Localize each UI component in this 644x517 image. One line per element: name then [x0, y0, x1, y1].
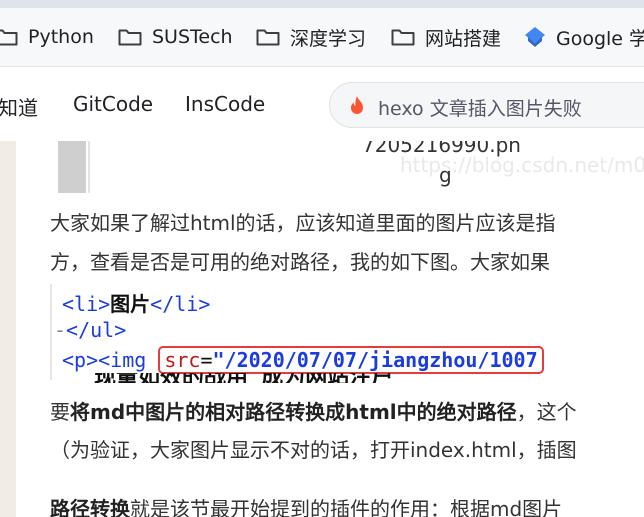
article-image-bottom: 7205216990.pn https://blog.csdn.net/m0 g [16, 141, 644, 197]
para3-post: 就是该节最开始提到的插件的作用：根据md图片 [130, 497, 563, 517]
bookmarks-bar: Python SUSTech 深度学习 网站搭建 Google 学术 [0, 8, 644, 67]
code-screenshot: <li>图片</li> -</ul> <p><img src="/2020/07… [50, 284, 644, 383]
nav-link-zhidao[interactable]: 知道 [0, 92, 38, 121]
browser-top-strip [0, 0, 644, 8]
folder-icon [0, 28, 18, 46]
folder-icon [118, 28, 142, 46]
code-tag: <li> [62, 292, 111, 316]
paragraph-2-line-2: （为验证，大家图片显示不对的话，打开index.html，插图 [50, 438, 577, 462]
bookmark-sustech[interactable]: SUSTech [118, 8, 233, 66]
flame-icon [348, 95, 366, 115]
para2-post: ，这个 [516, 400, 577, 424]
highlight-box: src="/2020/07/07/jiangzhou/1007 [158, 346, 544, 374]
code-line-3: <p><img src="/2020/07/07/jiangzhou/1007 [62, 346, 544, 374]
image-watermark: https://blog.csdn.net/m0 [400, 153, 644, 177]
bookmark-deep-learning[interactable]: 深度学习 [256, 8, 366, 66]
code-attr: src [164, 348, 201, 372]
google-scholar-icon [524, 26, 546, 48]
article-content: 7205216990.pn https://blog.csdn.net/m0 g… [16, 141, 644, 517]
paragraph-2-line-1: 要将md中图片的相对路径转换成html中的绝对路径，这个 [50, 397, 577, 427]
code-line-2: -</ul> [54, 318, 126, 342]
para2-bold: 将md中图片的相对路径转换成html中的绝对路径 [70, 400, 517, 424]
bookmark-python[interactable]: Python [0, 8, 94, 66]
code-gutter-mark: - [54, 318, 67, 342]
code-text: 图片 [110, 292, 151, 316]
para3-bold: 路径转换 [50, 497, 130, 517]
code-cut-line: 现量如效的战用 成为网站注户 [94, 373, 393, 383]
bookmark-google-scholar[interactable]: Google 学术 [524, 8, 644, 66]
para2-pre: 要 [50, 400, 70, 424]
code-eq: = [200, 348, 213, 372]
search-input[interactable]: hexo 文章插入图片失败 [378, 94, 582, 121]
bookmark-label: 深度学习 [290, 27, 367, 50]
folder-icon [391, 28, 415, 46]
search-box[interactable]: hexo 文章插入图片失败 [329, 82, 644, 128]
bookmark-label: Python [28, 26, 94, 48]
nav-link-gitcode[interactable]: GitCode [73, 92, 153, 116]
bookmark-label: 网站搭建 [425, 27, 502, 50]
code-tag: <p><img [62, 348, 159, 372]
image-divider [88, 141, 90, 193]
paragraph-1-line-1: 大家如果了解过html的话，应该知道里面的图片应该是指 [50, 211, 556, 235]
nav-link-inscode[interactable]: InsCode [185, 92, 265, 116]
bookmark-label: SUSTech [152, 26, 233, 48]
code-string: "/2020/07/07/jiangzhou/1007 [212, 348, 538, 372]
code-line-1: <li>图片</li> [62, 288, 210, 317]
bookmark-label: Google 学术 [556, 27, 644, 50]
paragraph-1-line-2: 方，查看是否是可用的绝对路径，我的如下图。大家如果 [50, 250, 550, 274]
paragraph-3-line-1: 路径转换就是该节最开始提到的插件的作用：根据md图片 [50, 494, 562, 517]
image-caption-line2: g [439, 163, 452, 187]
image-gray-block [58, 141, 86, 193]
code-tag: </ul> [66, 318, 127, 342]
code-tag: </li> [150, 292, 211, 316]
bookmark-website[interactable]: 网站搭建 [391, 8, 501, 66]
csdn-toolbar: 知道 GitCode InsCode hexo 文章插入图片失败 [0, 67, 644, 141]
folder-icon [256, 28, 280, 46]
